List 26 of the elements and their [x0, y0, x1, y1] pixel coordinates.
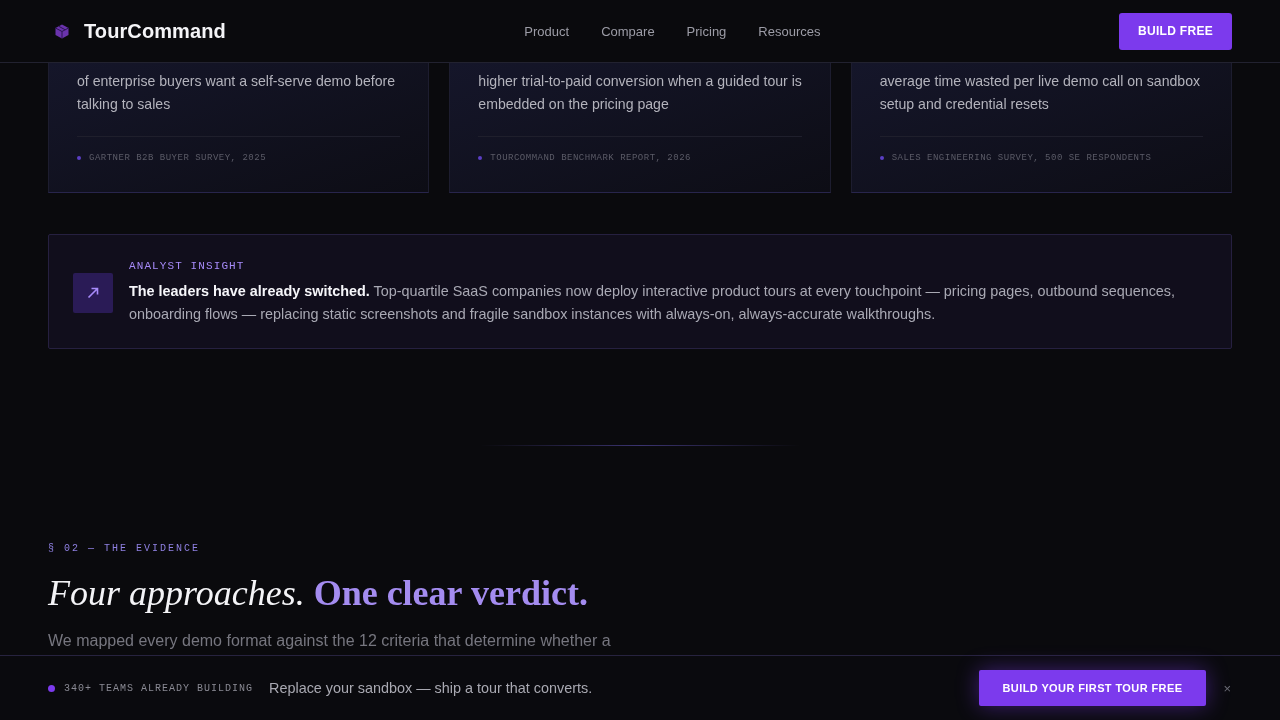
close-button[interactable]: ×: [1222, 680, 1232, 696]
insight-text: The leaders have already switched. Top-quartile SaaS companies now deploy interactive product tours at every touchpoint — pricing pages, outbound sequences, onboarding flows — replacing static screenshots and fragile sandbox instances with always-on, always-accurate walkthroughs.: [129, 282, 1177, 324]
cta-message: Replace your sandbox — ship a tour that converts.: [269, 680, 593, 696]
nav-link[interactable]: Pricing: [686, 23, 727, 39]
section-heading: Four approaches. One clear verdict.: [48, 572, 588, 615]
build-free-button[interactable]: BUILD FREE: [1119, 12, 1232, 50]
stat-source: TOURCOMMAND BENCHMARK REPORT, 2026: [490, 152, 691, 164]
teams-count-label: 340+ TEAMS ALREADY BUILDING: [64, 682, 254, 694]
nav-link[interactable]: Product: [524, 23, 570, 39]
stat-description: average time wasted per live demo call on sandbox setup and credential resets: [879, 72, 1202, 114]
section-eyebrow: § 02 — THE EVIDENCE: [48, 542, 201, 556]
section-intro-text: We mapped every demo format against the 12 criteria that determine whether a: [48, 631, 611, 651]
stat-source: SALES ENGINEERING SURVEY, 500 SE RESPONDENTS: [891, 152, 1152, 164]
bullet-dot-icon: [478, 156, 483, 160]
build-first-tour-button[interactable]: BUILD YOUR FIRST TOUR FREE: [978, 670, 1207, 706]
bullet-dot-icon: [77, 156, 81, 160]
stat-description: higher trial-to-paid conversion when a guided tour is embedded on the pricing page: [478, 72, 803, 114]
brand-name: TourCommand: [84, 19, 226, 43]
status-dot-icon: [48, 684, 55, 692]
stat-source: GARTNER B2B BUYER SURVEY, 2025: [89, 152, 267, 164]
cube-logo-icon: [55, 23, 69, 39]
bullet-dot-icon: [879, 156, 884, 160]
nav-link[interactable]: Compare: [601, 23, 655, 39]
nav-link[interactable]: Resources: [758, 23, 821, 39]
insight-label: ANALYST INSIGHT: [129, 259, 245, 273]
stat-description: of enterprise buyers want a self-serve demo before talking to sales: [77, 72, 397, 114]
